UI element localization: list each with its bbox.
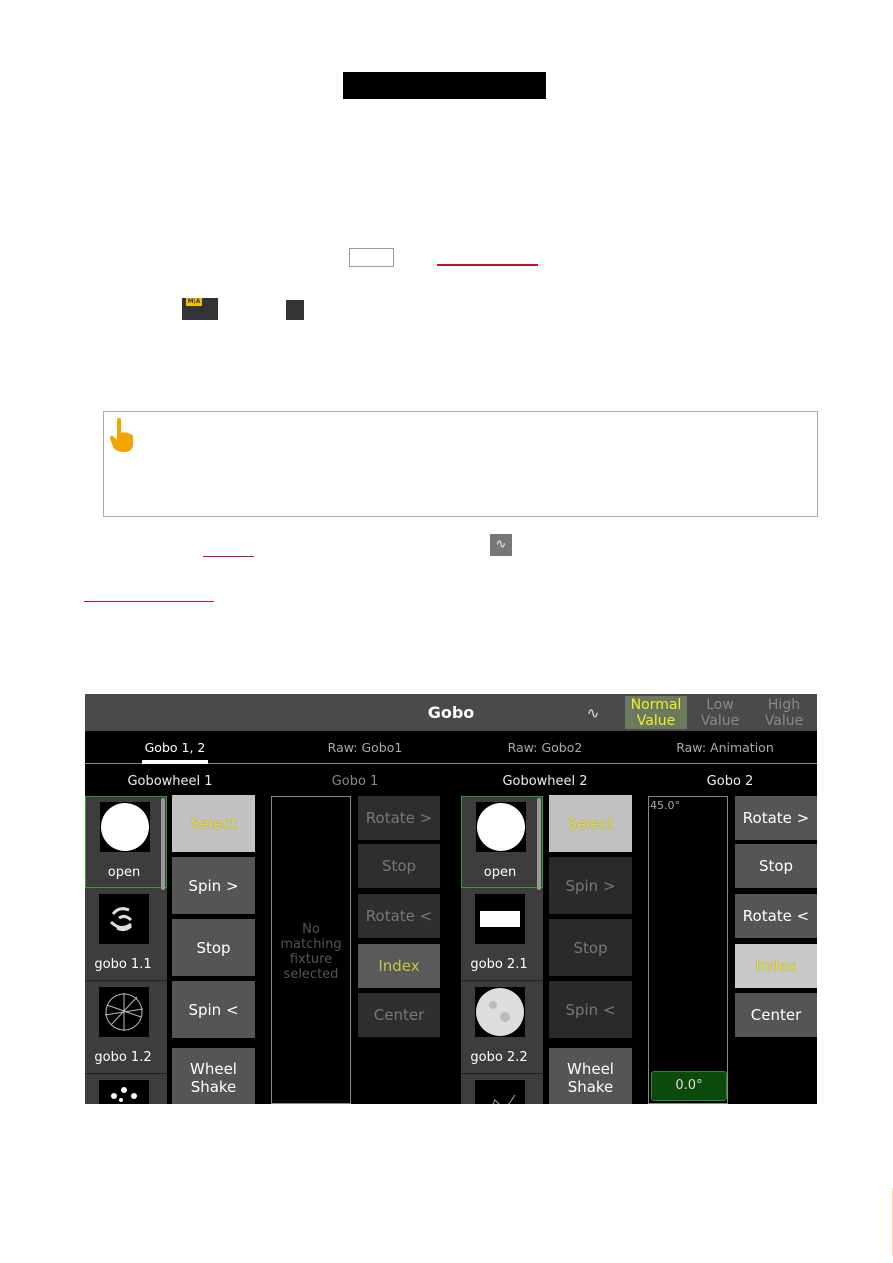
rotate-right-button[interactable]: Rotate > [358, 796, 440, 840]
spin-left-button[interactable]: Spin < [172, 981, 255, 1038]
waveform-icon: ∿ [490, 534, 512, 556]
gobo-2-fader[interactable]: 45.0° 0.0° [648, 796, 728, 1104]
tab-gobo-1-2[interactable]: Gobo 1, 2 [115, 731, 235, 764]
gobo-item-2-2[interactable]: gobo 2.2 [461, 982, 543, 1074]
active-tab-indicator [142, 760, 208, 764]
tab-label: Raw: Gobo1 [327, 740, 403, 755]
waveform-icon[interactable]: ∿ [581, 702, 605, 724]
scrollbar[interactable] [161, 798, 165, 890]
scrollbar[interactable] [537, 798, 541, 890]
gobo-label: open [107, 865, 141, 880]
gobo-item-open[interactable]: open [85, 796, 167, 888]
ma-key-icon: M|A [182, 298, 218, 320]
stop-rotate-button[interactable]: Stop [735, 844, 817, 888]
mode-normal-value[interactable]: Normal Value [625, 696, 687, 729]
hint-box [103, 411, 818, 517]
title-bar: Gobo ∿ Normal Value Low Value High Value [85, 694, 817, 731]
gobo-item-open[interactable]: open [461, 796, 543, 888]
gobo-image-open [100, 802, 150, 852]
gobowheel-2-list[interactable]: open gobo 2.1 gobo 2.2 [461, 796, 543, 1104]
stop-rotate-button[interactable]: Stop [358, 844, 440, 888]
mode-label: High [767, 697, 801, 713]
column-header-gobowheel-2: Gobowheel 2 [502, 774, 588, 789]
pointing-hand-icon [110, 418, 133, 452]
tab-bar: Gobo 1, 2 Raw: Gobo1 Raw: Gobo2 Raw: Ani… [85, 731, 817, 764]
gobo-image-1-2 [99, 987, 149, 1037]
gobo-item-1-1[interactable]: gobo 1.1 [85, 889, 167, 981]
gobo-window: Gobo ∿ Normal Value Low Value High Value… [85, 694, 817, 1104]
mode-low-value[interactable]: Low Value [689, 696, 751, 729]
index-button[interactable]: Index [735, 944, 817, 988]
center-button[interactable]: Center [735, 993, 817, 1037]
tab-raw-animation[interactable]: Raw: Animation [655, 731, 795, 764]
gobo-image-2-3 [475, 1080, 525, 1104]
cross-reference-link-2[interactable] [203, 556, 254, 557]
gobo-image-2-2 [475, 987, 525, 1037]
gobo-image-open [476, 802, 526, 852]
gobo-image-1-3 [99, 1080, 149, 1104]
select-button[interactable]: Select [549, 795, 632, 852]
fader-max-label: 45.0° [650, 799, 680, 812]
index-button[interactable]: Index [358, 944, 440, 988]
gobo-item-1-2[interactable]: gobo 1.2 [85, 982, 167, 1074]
stop-button[interactable]: Stop [549, 919, 632, 976]
gobo-label: gobo 2.1 [470, 957, 528, 972]
rotate-left-button[interactable]: Rotate < [735, 894, 817, 938]
gobo-label: gobo 2.2 [470, 1050, 528, 1065]
mode-label: Value [700, 713, 740, 729]
select-button[interactable]: Select [172, 795, 255, 852]
gobo-item-1-3[interactable] [85, 1075, 167, 1104]
wheel-shake-button[interactable]: Wheel Shake [172, 1048, 255, 1104]
spin-right-button[interactable]: Spin > [172, 857, 255, 914]
gobo-label: open [483, 865, 517, 880]
tab-raw-gobo1[interactable]: Raw: Gobo1 [295, 731, 435, 764]
column-header-gobo-1: Gobo 1 [331, 774, 379, 789]
wheel-shake-button[interactable]: Wheel Shake [549, 1048, 632, 1104]
tab-label: Raw: Animation [676, 740, 774, 755]
blank-key-icon [286, 300, 304, 320]
column-header-gobo-2: Gobo 2 [706, 774, 754, 789]
tab-raw-gobo2[interactable]: Raw: Gobo2 [475, 731, 615, 764]
rotate-right-button[interactable]: Rotate > [735, 796, 817, 840]
mode-label: Value [764, 713, 804, 729]
tab-label: Raw: Gobo2 [507, 740, 583, 755]
mode-high-value[interactable]: High Value [753, 696, 815, 729]
spin-left-button[interactable]: Spin < [549, 981, 632, 1038]
fader-value[interactable]: 0.0° [651, 1071, 727, 1101]
center-button[interactable]: Center [358, 993, 440, 1037]
gobo-item-2-1[interactable]: gobo 2.1 [461, 889, 543, 981]
gobowheel-1-list[interactable]: open gobo 1.1 gobo 1.2 [85, 796, 167, 1104]
gobo-image-1-1 [99, 894, 149, 944]
tab-label: Gobo 1, 2 [144, 740, 206, 755]
no-fixture-message: No matching fixture selected [280, 922, 342, 982]
cross-reference-link-3[interactable] [84, 601, 214, 602]
column-header-gobowheel-1: Gobowheel 1 [127, 774, 213, 789]
gobo-item-2-3[interactable] [461, 1075, 543, 1104]
key-symbol-box [349, 248, 394, 267]
redacted-heading [343, 72, 546, 99]
mode-label: Low [706, 697, 734, 713]
rotate-left-button[interactable]: Rotate < [358, 894, 440, 938]
gobo-1-fader: No matching fixture selected [271, 796, 351, 1104]
cross-reference-link[interactable] [437, 264, 538, 266]
gobo-image-2-1 [475, 894, 525, 944]
gobo-label: gobo 1.2 [94, 1050, 152, 1065]
stop-button[interactable]: Stop [172, 919, 255, 976]
mode-label: Normal [630, 697, 682, 713]
gobo-label: gobo 1.1 [94, 957, 152, 972]
spin-right-button[interactable]: Spin > [549, 857, 632, 914]
mode-label: Value [636, 713, 676, 729]
